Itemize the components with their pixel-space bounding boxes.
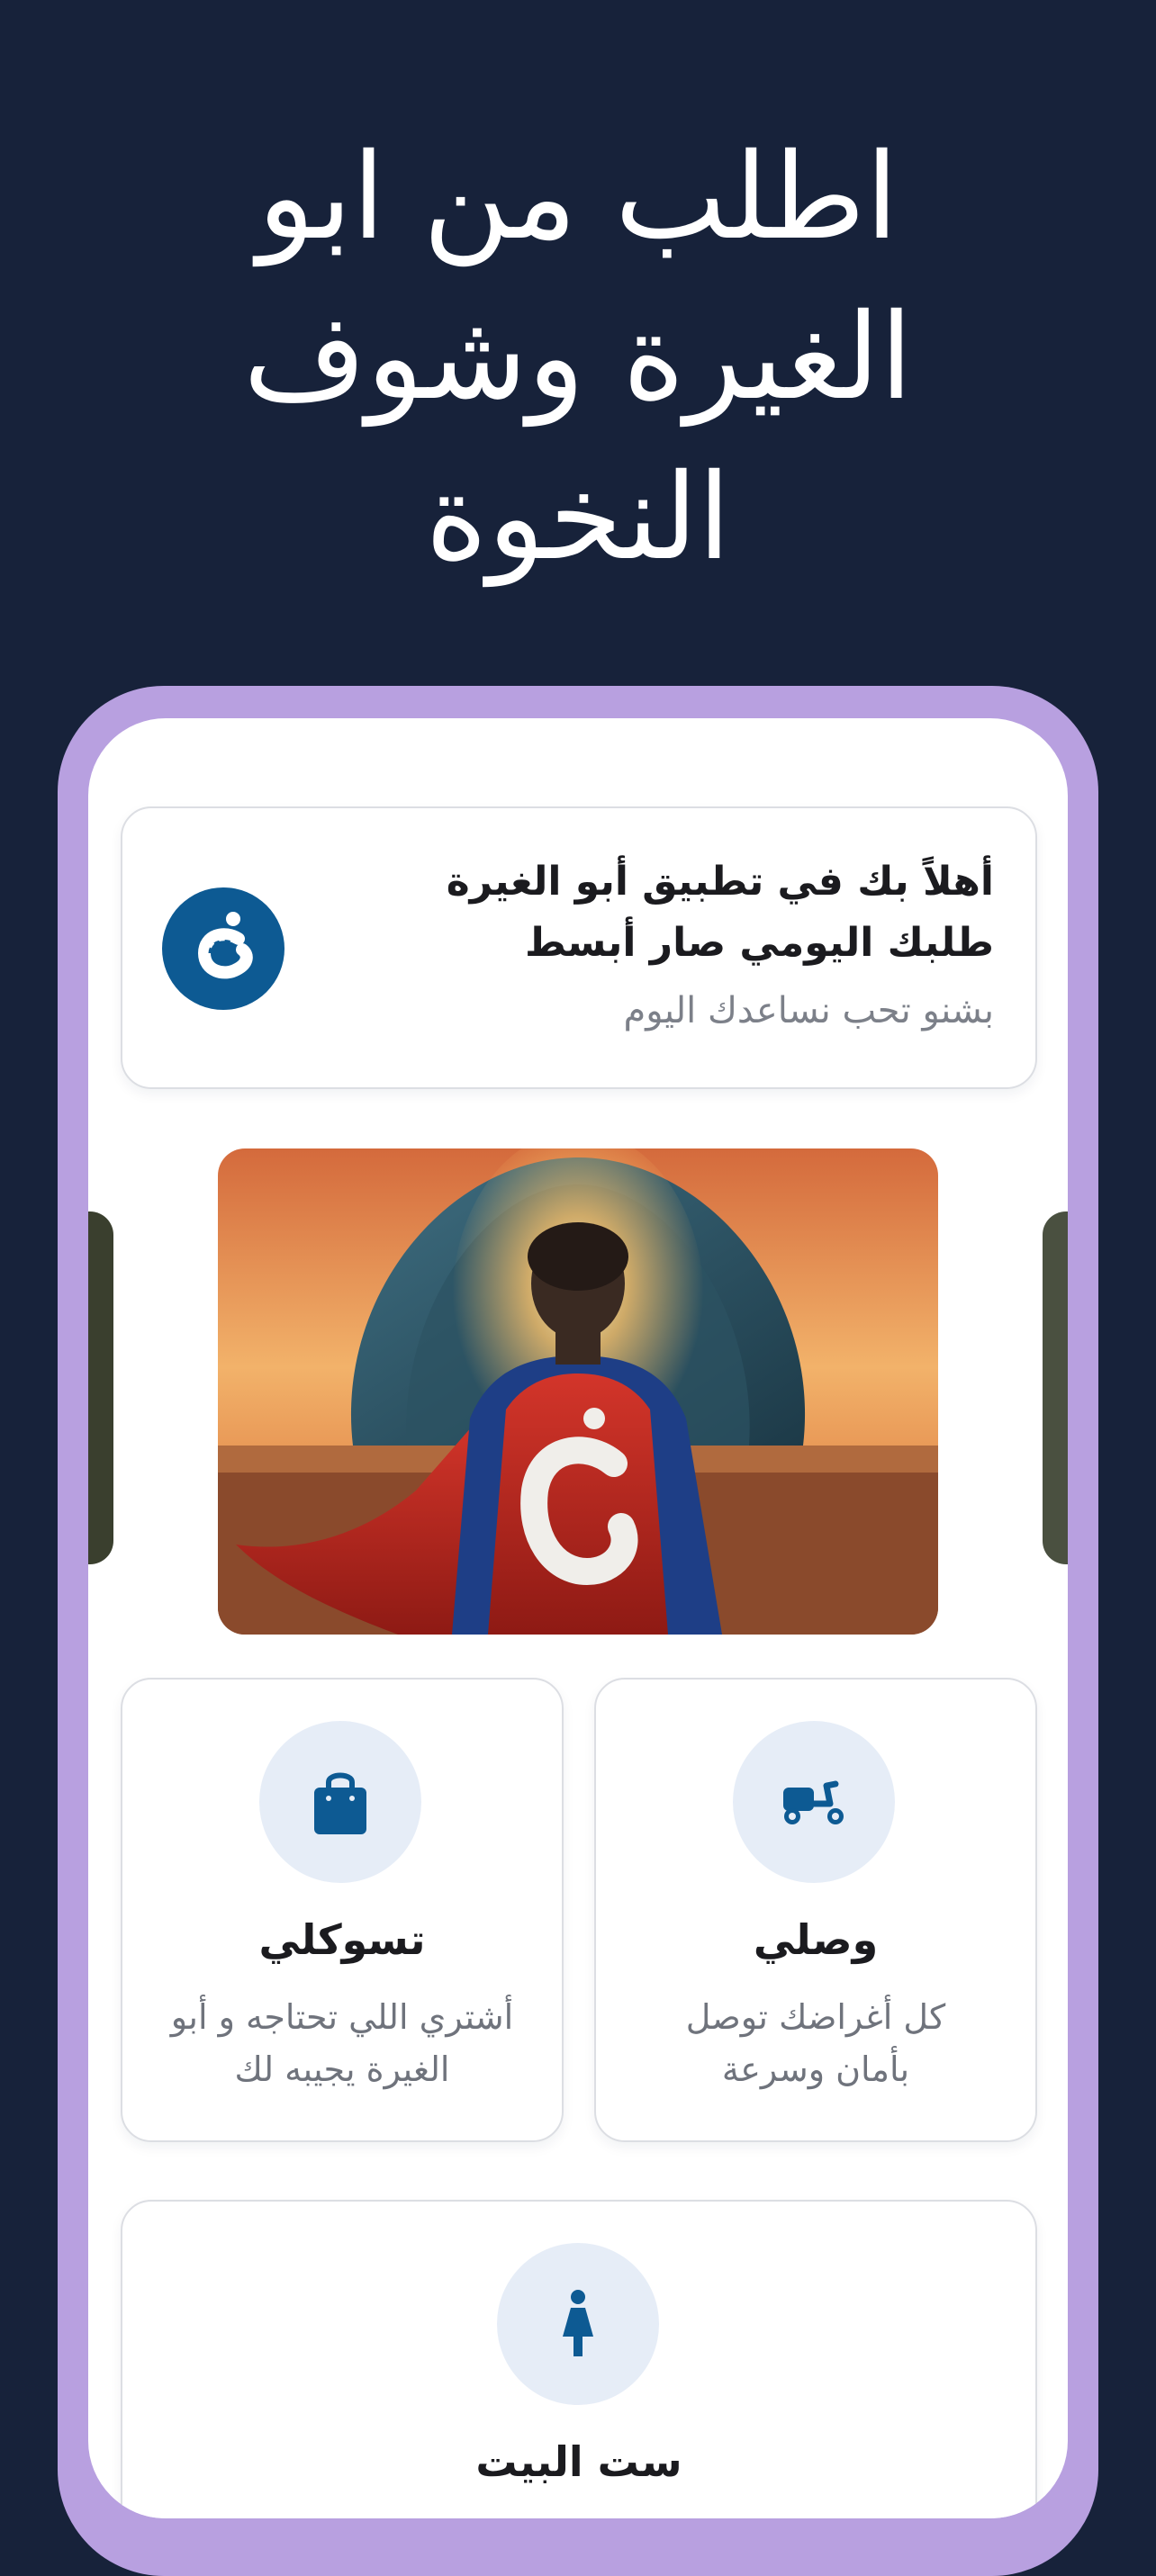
welcome-subtitle: بشنو تحب نساعدك اليوم [623, 990, 994, 1031]
service-title-housewife: ست البيت [475, 2437, 682, 2486]
shopping-bag-icon-circle [259, 1721, 421, 1883]
carousel-prev-slide[interactable] [88, 1211, 113, 1564]
headline-line-3: النخوة [425, 448, 731, 587]
headline: اطلب من ابو الغيرة وشوف النخوة [0, 117, 1156, 598]
service-card-shopping[interactable]: تسوكلي أشتري اللي تحتاجه و أبو الغيرة يج… [121, 1678, 564, 2142]
app-logo-icon [162, 887, 284, 1010]
app-screen: أهلاً بك في تطبيق أبو الغيرة طلبك اليومي… [88, 718, 1068, 2518]
carousel-next-slide[interactable] [1043, 1211, 1068, 1564]
woman-icon [563, 2290, 593, 2356]
service-desc-shopping: أشتري اللي تحتاجه و أبو الغيرة يجيبه لك [170, 1997, 514, 2089]
headline-line-1: اطلب من ابو [257, 128, 899, 266]
welcome-card: أهلاً بك في تطبيق أبو الغيرة طلبك اليومي… [121, 806, 1037, 1089]
service-card-housewife[interactable]: ست البيت [121, 2200, 1037, 2518]
scooter-icon-circle [733, 1721, 895, 1883]
shopping-bag-icon [314, 1772, 366, 1834]
woman-icon-circle [497, 2243, 659, 2405]
service-title-shopping: تسوكلي [258, 1915, 426, 1964]
service-title-delivery: وصلي [753, 1915, 879, 1964]
headline-line-2: الغيرة وشوف [243, 288, 913, 427]
service-desc-delivery: كل أغراضك توصل بأمان وسرعة [685, 1997, 946, 2089]
promo-banner[interactable] [218, 1148, 938, 1635]
welcome-title: أهلاً بك في تطبيق أبو الغيرة طلبك اليومي… [446, 859, 994, 966]
service-card-delivery[interactable]: وصلي كل أغراضك توصل بأمان وسرعة [594, 1678, 1037, 2142]
scooter-icon [783, 1780, 844, 1824]
